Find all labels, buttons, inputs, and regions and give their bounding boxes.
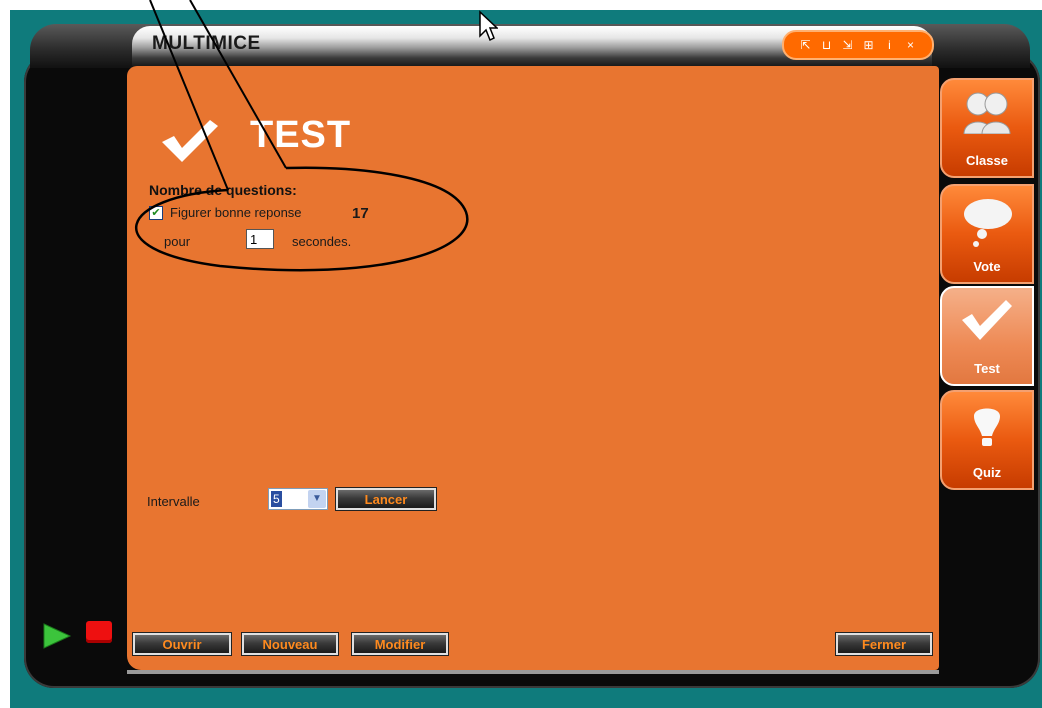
tab-label: Quiz: [972, 465, 1002, 480]
lightbulb-icon: [974, 408, 1000, 446]
minimize-icon[interactable]: ⊔: [820, 38, 834, 52]
tab-quiz[interactable]: Quiz: [940, 390, 1034, 490]
maximize-icon[interactable]: ⊞: [862, 38, 876, 52]
checkmark-icon: [162, 120, 218, 162]
question-count: 17: [352, 205, 369, 222]
tab-test[interactable]: Test: [940, 286, 1034, 386]
questions-label: Nombre de questions:: [149, 182, 297, 198]
tab-vote[interactable]: Vote: [940, 184, 1034, 284]
chevron-down-icon[interactable]: ▼: [308, 490, 326, 508]
tab-classe[interactable]: Classe: [940, 78, 1034, 178]
window-controls: ⇱ ⊔ ⇲ ⊞ i ×: [782, 30, 934, 60]
pour-label: pour: [164, 234, 191, 249]
dock-icon[interactable]: ⇲: [841, 38, 855, 52]
panel-divider: [127, 670, 939, 674]
tab-label: Classe: [966, 153, 1008, 168]
app-title: MULTIMICE: [152, 33, 261, 54]
interval-label: Intervalle: [147, 494, 200, 509]
seconds-label: secondes.: [292, 234, 352, 249]
edit-button[interactable]: Modifier: [351, 632, 449, 656]
tab-label: Test: [974, 361, 1000, 376]
show-answer-checkbox[interactable]: ✔: [149, 206, 163, 220]
close-button[interactable]: Fermer: [835, 632, 933, 656]
stop-icon[interactable]: [86, 621, 112, 643]
speech-bubble-icon: [964, 199, 1012, 247]
show-answer-label: Figurer bonne reponse: [170, 205, 302, 220]
interval-value: 5: [271, 491, 282, 507]
users-icon: [963, 92, 1011, 134]
info-icon[interactable]: i: [883, 38, 897, 52]
launch-button[interactable]: Lancer: [335, 487, 437, 511]
interval-select[interactable]: 5 ▼: [268, 488, 328, 510]
new-button[interactable]: Nouveau: [241, 632, 339, 656]
checkmark-icon: [962, 300, 1012, 340]
tab-label: Vote: [973, 259, 1001, 274]
open-button[interactable]: Ouvrir: [132, 632, 232, 656]
restore-icon[interactable]: ⇱: [799, 38, 813, 52]
page-title: TEST: [250, 114, 352, 156]
play-icon[interactable]: [42, 622, 72, 650]
main-panel: [127, 66, 939, 670]
mouse-cursor-icon: [479, 10, 498, 42]
close-icon[interactable]: ×: [904, 38, 918, 52]
seconds-input[interactable]: [246, 229, 274, 249]
